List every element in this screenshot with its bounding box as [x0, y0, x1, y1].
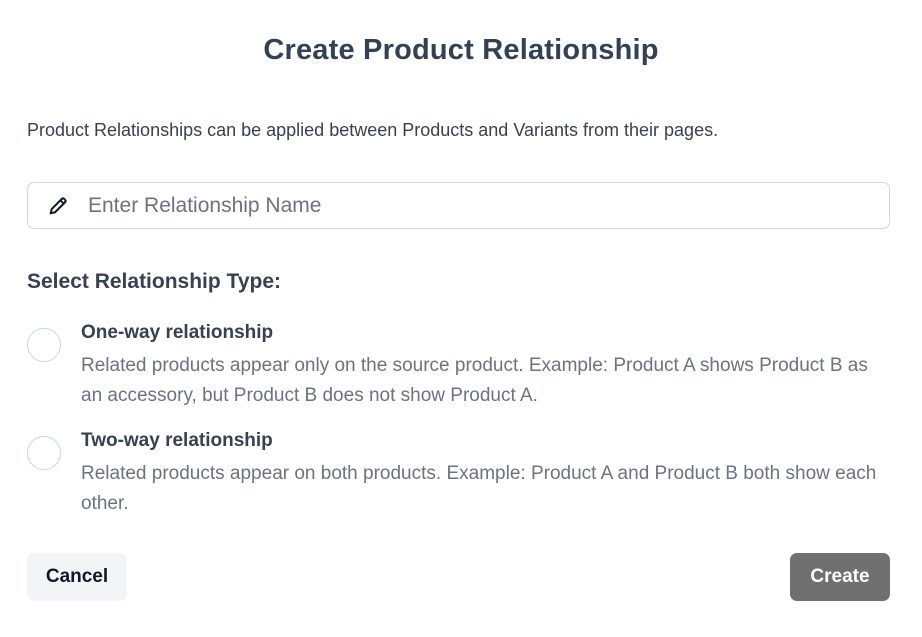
relationship-name-field[interactable]: [27, 182, 890, 229]
cancel-button[interactable]: Cancel: [27, 553, 127, 601]
create-relationship-dialog: Create Product Relationship Product Rela…: [0, 0, 922, 637]
radio-two-way[interactable]: [27, 436, 61, 470]
relationship-type-label: Select Relationship Type:: [27, 270, 281, 293]
option-title: Two-way relationship: [81, 430, 273, 451]
create-button[interactable]: Create: [790, 553, 890, 601]
pencil-icon: [46, 194, 70, 218]
dialog-description: Product Relationships can be applied bet…: [27, 120, 719, 140]
dialog-title: Create Product Relationship: [263, 34, 659, 66]
relationship-name-input[interactable]: [88, 193, 848, 218]
option-description: Related products appear on both products…: [81, 463, 877, 514]
option-description: Related products appear only on the sour…: [81, 355, 868, 406]
radio-one-way[interactable]: [27, 328, 61, 362]
option-title: One-way relationship: [81, 322, 274, 343]
